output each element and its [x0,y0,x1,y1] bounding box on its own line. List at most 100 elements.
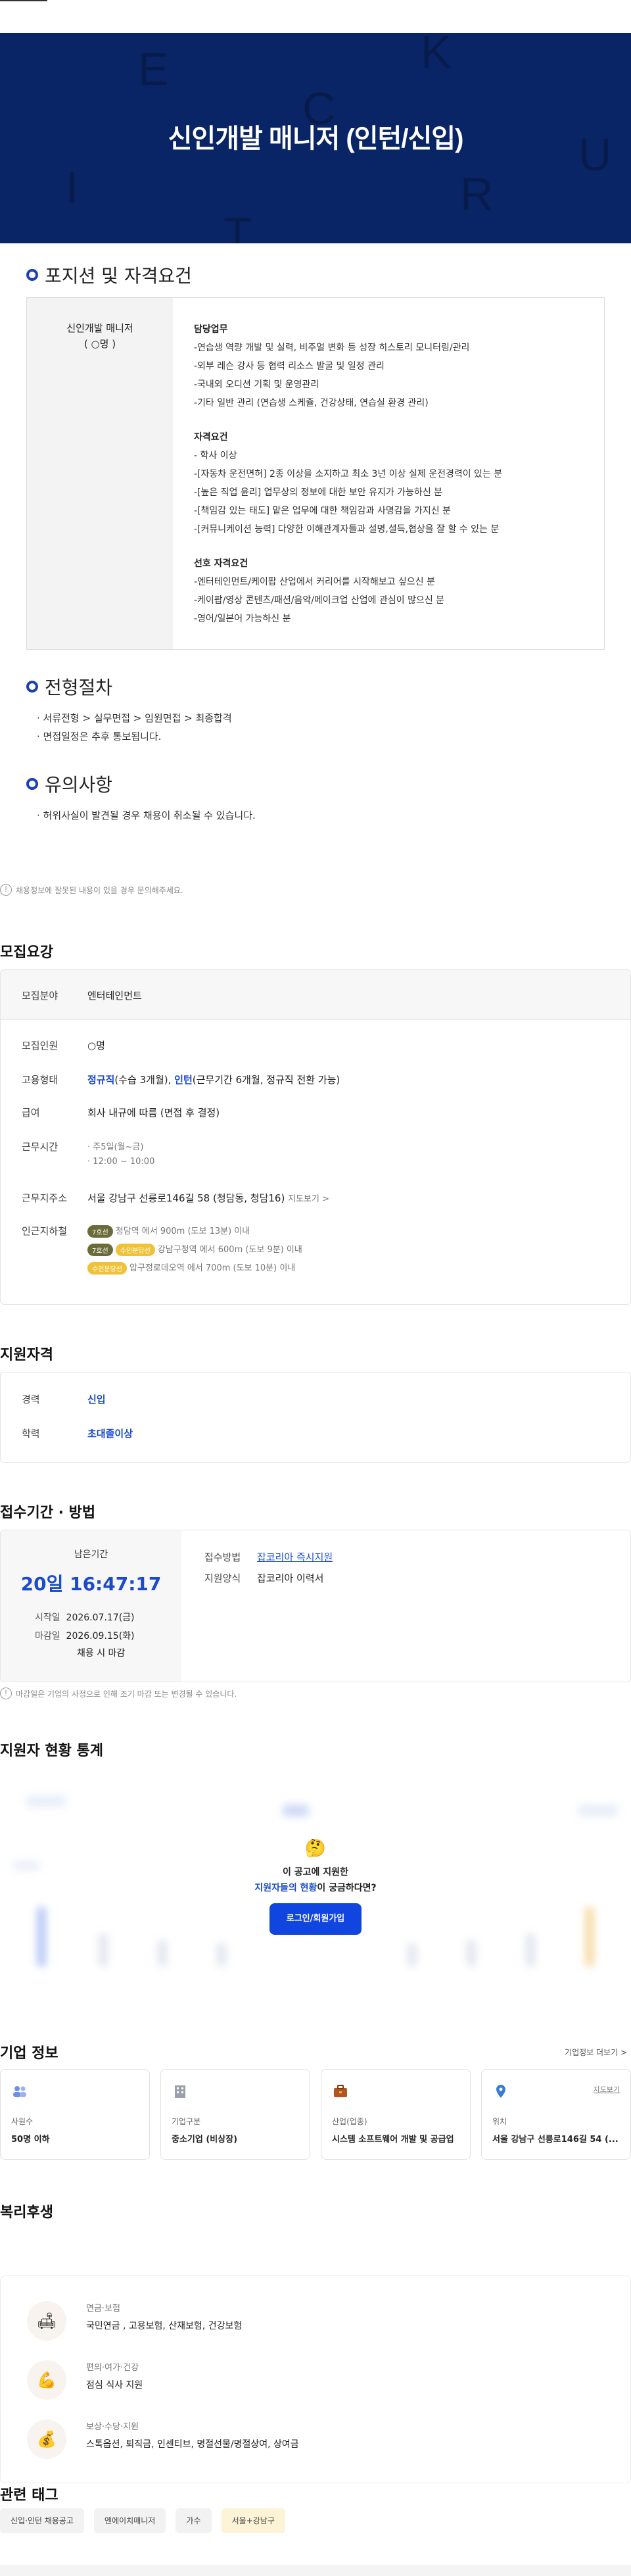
tags-title: 관련 태그 [0,2487,58,2504]
line-badge: 수인분당선 [87,1262,127,1275]
map-link[interactable]: 지도보기 > [288,1194,329,1204]
position-table: 신인개발 매니저 ( ○명 ) 담당업무 -연습생 역량 개발 및 실력, 비주… [26,297,605,650]
welfare-item: 🛋 연금·보험국민연금 , 고용보험, 산재보험, 건강보험 [27,2301,242,2341]
tag-chip[interactable]: 엔에이치매니저 [94,2508,166,2533]
tag-chip[interactable]: 신입·인턴 채용공고 [0,2508,84,2533]
value: 초대졸이상 [87,1428,133,1440]
stats-line1: 이 공고에 지원한 [283,1867,348,1878]
apply-link[interactable]: 잡코리아 즉시지원 [257,1551,333,1563]
row-field: 모집분야 엔터테인먼트 [22,988,142,1002]
hero-banner: E K C U I R T 신인개발 매니저 (인턴/신입) [0,33,631,243]
end-note: 채용 시 마감 [77,1648,126,1659]
req-item: -[높은 직업 윤리] 업무상의 정보에 대한 보안 유지가 가능하신 분 [194,487,443,498]
ring-icon [26,269,38,281]
label: 근무시간 [22,1141,58,1153]
qual-title: 지원자격 [0,1347,53,1363]
tag-chip[interactable]: 가수 [175,2508,212,2533]
duty-item: -연습생 역량 개발 및 실력, 비주얼 변화 등 성장 히스토리 모니터링/관… [194,343,470,353]
section-heading-position: 포지션 및 자격요건 [26,262,192,288]
apply-note: ! 마감일은 기업의 사정으로 인해 조기 마감 또는 변경될 수 있습니다. [0,1688,237,1699]
hero-letter: E [138,43,169,95]
subway-text: 청담역 에서 900m (도보 13분) 이내 [115,1227,250,1236]
req-title: 자격요건 [194,432,228,443]
end-row: 마감일 2026.09.15(화) [35,1629,135,1642]
card-label: 산업(업종) [332,2117,367,2126]
remain-label: 남은기간 [74,1549,108,1560]
remain-countdown: 20일 16:47:17 [20,1573,162,1595]
label: 고용형태 [22,1074,58,1086]
company-more-link[interactable]: 기업정보 더보기 > [565,2047,627,2058]
report-note[interactable]: ! 채용정보에 잘못된 내용이 있을 경우 문의해주세요. [0,884,183,896]
pin-icon [496,2085,505,2098]
section-title: 전형절차 [45,677,113,698]
value: 잡코리아 이력서 [257,1572,324,1584]
hero-letter: K [421,33,452,78]
welfare-value: 국민연금 , 고용보험, 산재보험, 건강보험 [86,2321,243,2331]
subway-text: 강남구청역 에서 600m (도보 9분) 이내 [157,1245,302,1255]
card-value: 서울 강남구 선릉로146길 54 (... [492,2135,619,2145]
blurred-chart [578,1805,618,1816]
thinking-icon: 🤔 [304,1839,327,1859]
card-value: 시스템 소프트웨어 개발 및 공급업 [332,2135,454,2145]
qual-box: 경력 신입 학력 초대졸이상 [0,1372,631,1463]
line-badge: 수인분당선 [115,1244,155,1256]
section-title: 포지션 및 자격요건 [45,265,192,287]
tag-list: 신입·인턴 채용공고 엔에이치매니저 가수 서울+강남구 [0,2508,292,2533]
card-label: 기업구분 [172,2117,201,2126]
row-edu: 학력 초대졸이상 [22,1426,133,1440]
duty-title: 담당업무 [194,324,228,335]
apply-box: 남은기간 20일 16:47:17 시작일 2026.07.17(금) 마감일 … [0,1530,631,1682]
start-row: 시작일 2026.07.17(금) [35,1611,135,1624]
row-time: 근무시간 [22,1140,87,1154]
welfare-title: 복리후생 [0,2204,53,2221]
welfare-box: 🛋 연금·보험 국민연금 , 고용보험, 산재보험, 건강보험 💪 편의·여가·건… [0,2275,631,2483]
value: 서울 강남구 선릉로146길 58 (청담동, 청담16) [87,1192,285,1204]
label: 모집인원 [22,1040,58,1052]
blurred-bar [526,1933,535,1966]
process-line: · 면접일정은 추후 통보됩니다. [37,731,162,742]
hero-letter: T [223,208,252,243]
card-label: 사원수 [11,2117,34,2126]
welfare-label: 보상·수당·지원 [86,2422,139,2432]
footer-strip [0,2565,631,2576]
pref-item: -엔터테인먼트/케이팝 산업에서 커리어를 시작해보고 싶으신 분 [194,577,435,587]
label: 모집분야 [22,990,58,1002]
stats-line2-rest: 이 궁금하다면? [317,1883,377,1893]
position-name-cell: 신인개발 매니저 ( ○명 ) [27,298,173,649]
stats-title: 지원자 현황 통계 [0,1743,103,1759]
ring-icon [26,681,38,693]
type-b-note: (근무기간 6개월, 정규직 전환 가능) [192,1074,340,1086]
value: ○명 [87,1040,105,1052]
briefcase-icon [334,2085,347,2097]
tag-chip[interactable]: 서울+강남구 [221,2508,285,2533]
card-value: 중소기업 (비상장) [172,2135,238,2145]
label: 경력 [22,1394,40,1405]
process-line: · 서류전형 > 실무면접 > 임원면접 > 최종합격 [37,712,232,724]
map-link[interactable]: 지도보기 [594,2084,620,2095]
section-heading-process: 전형절차 [26,673,112,700]
pref-item: -케이팝/영상 콘텐츠/패션/음악/메이크업 산업에 관심이 많으신 분 [194,595,445,606]
welfare-item: 💪 편의·여가·건강 점심 식사 지원 [27,2360,143,2400]
welfare-value: 스톡옵션, 퇴직금, 인센티브, 명절선물/명절상여, 상여금 [86,2439,299,2450]
top-rule [0,0,47,1]
welfare-label: 연금·보험 [86,2304,120,2314]
login-button[interactable]: 로그인/회원가입 [269,1903,362,1935]
position-count: ( ○명 ) [83,338,116,350]
ring-icon [26,778,38,790]
company-card-location: 지도보기 위치 서울 강남구 선릉로146길 54 (... [481,2069,631,2160]
req-item: -[자동차 운전면허] 2종 이상을 소지하고 최소 3년 이상 실제 운전경력… [194,469,503,479]
row-count: 모집인원 ○명 [22,1038,105,1052]
welfare-value: 점심 식사 지원 [86,2380,143,2391]
value: 신입 [87,1394,106,1405]
company-card-industry: 산업(업종) 시스템 소프트웨어 개발 및 공급업 [321,2069,471,2160]
welfare-label: 편의·여가·건강 [86,2363,139,2373]
blurred-bar [467,1940,476,1966]
sofa-icon: 🛋 [27,2301,66,2341]
blurred-bar [217,1943,226,1966]
pref-item: -영어/일본어 가능하신 분 [194,614,291,624]
notice-list: · 허위사실이 발견될 경우 채용이 취소될 수 있습니다. [37,806,256,825]
label: 마감일 [35,1631,60,1641]
job-title: 신인개발 매니저 (인턴/신입) [168,124,464,153]
type-a-note: (수습 3개월), [114,1074,175,1086]
money-bag-icon: 💰 [27,2419,66,2459]
